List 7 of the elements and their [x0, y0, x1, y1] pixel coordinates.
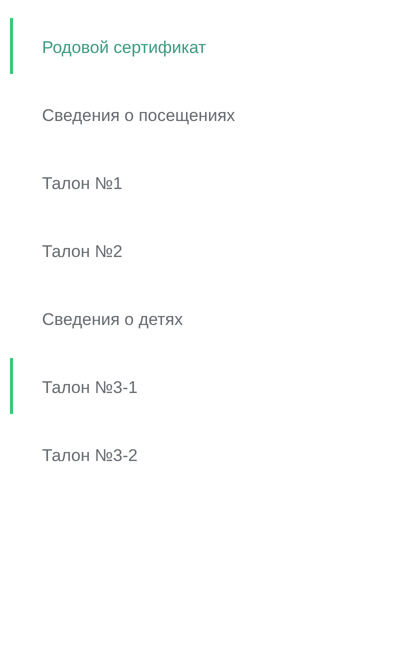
menu-item[interactable]: Сведения о детях — [42, 310, 183, 330]
menu-item[interactable]: Талон №3-1 — [42, 378, 138, 398]
menu-item[interactable]: Талон №3-2 — [42, 446, 138, 466]
menu-item[interactable]: Сведения о посещениях — [42, 106, 236, 126]
menu-item[interactable]: Родовой сертификат — [42, 38, 206, 58]
menu-item[interactable]: Талон №2 — [42, 242, 122, 262]
menu-item[interactable]: Талон №1 — [42, 174, 122, 194]
